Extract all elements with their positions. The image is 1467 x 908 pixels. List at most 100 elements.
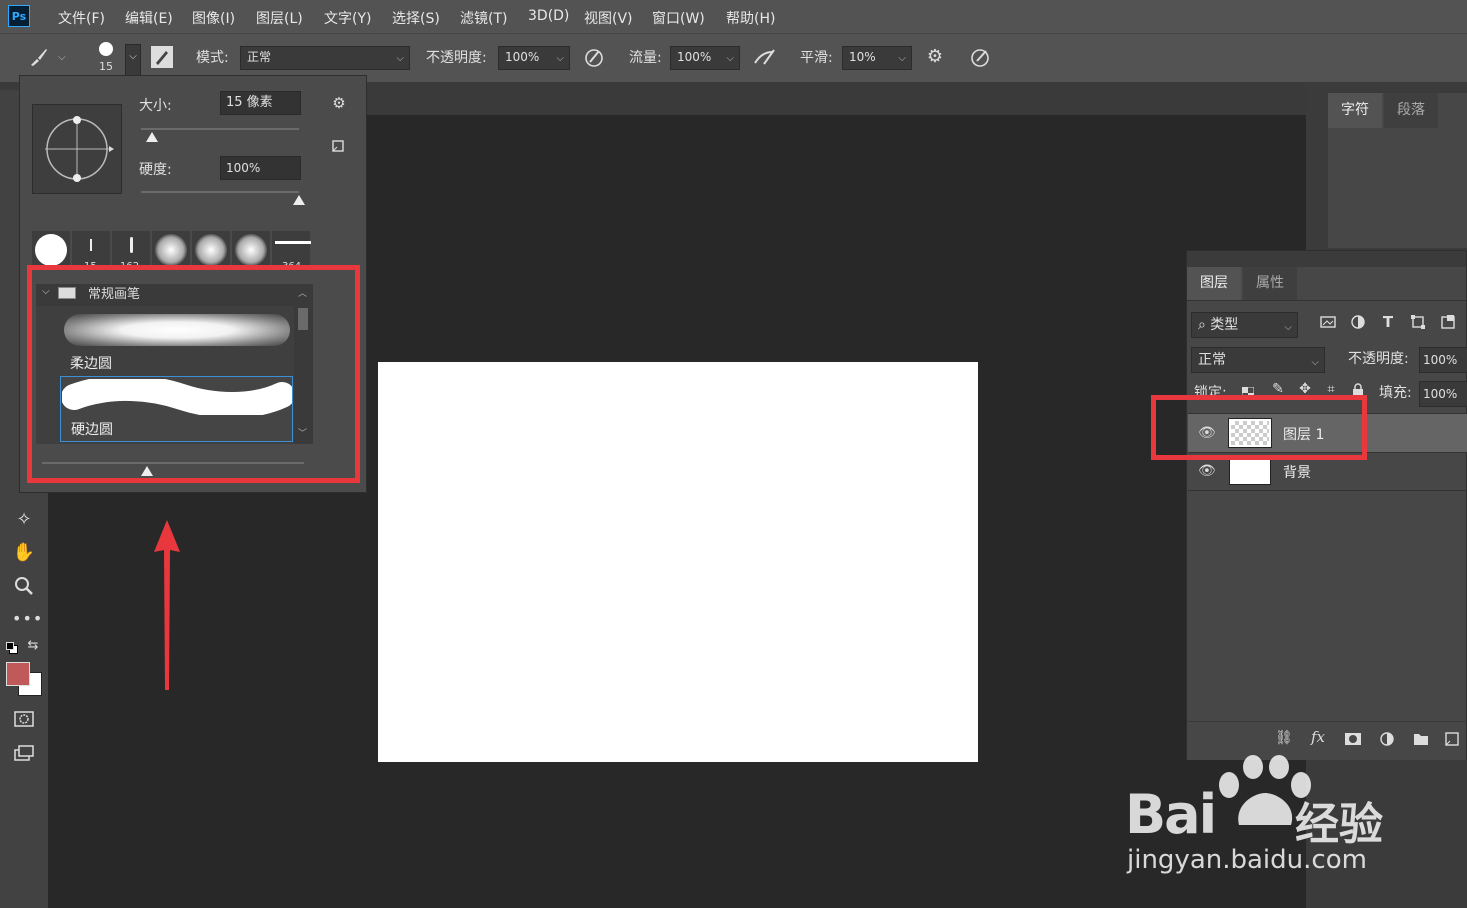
menu-view[interactable]: 视图(V) [584, 8, 633, 28]
airbrush-icon[interactable] [752, 46, 778, 72]
type-filter-icon[interactable]: T [1379, 313, 1397, 331]
adjustment-filter-icon[interactable] [1349, 314, 1367, 334]
chevron-down-icon: ⌵ [726, 53, 734, 64]
mode-value: 正常 [247, 50, 272, 64]
red-arrow-annotation [154, 520, 180, 690]
watermark-url: jingyan.baidu.com [1127, 845, 1367, 875]
tab-properties[interactable]: 属性 [1243, 267, 1297, 300]
layers-panel: 图层 属性 ⌕ 类型 ⌵ T 正常 ⌵ 不透明度: 100% 锁定: ✎ ✥ ⌗… [1186, 250, 1467, 760]
recent-presets-row: 15 162 364 [32, 231, 322, 269]
mode-dropdown[interactable]: 正常 ⌵ [240, 46, 410, 70]
fill-label: 填充: [1379, 385, 1412, 401]
pressure-size-icon[interactable] [968, 46, 992, 72]
hardness-slider-track[interactable] [141, 191, 299, 193]
soft-round-brush-shape [235, 234, 267, 266]
soft-round-brush-shape [155, 234, 187, 266]
gear-icon[interactable]: ⚙ [328, 94, 350, 112]
menu-bar: Ps 文件(F) 编辑(E) 图像(I) 图层(L) 文字(Y) 选择(S) 滤… [0, 0, 1467, 33]
eye-icon[interactable]: 👁︎ [1198, 463, 1216, 479]
shape-filter-icon[interactable] [1409, 314, 1427, 334]
menu-edit[interactable]: 编辑(E) [125, 8, 173, 28]
hand-tool-icon[interactable]: ✋ [12, 542, 36, 563]
zoom-tool-icon[interactable] [12, 575, 36, 601]
pressure-opacity-icon[interactable] [582, 46, 606, 72]
hardness-input[interactable]: 100% [220, 156, 301, 180]
opacity-field[interactable]: 100% ⌵ [498, 46, 570, 70]
chevron-down-icon: ⌵ [1311, 357, 1319, 368]
gear-icon[interactable]: ⚙ [924, 46, 946, 67]
brush-angle-preview[interactable] [32, 104, 122, 194]
layer-opacity-label: 不透明度: [1348, 351, 1409, 367]
hardness-slider-thumb[interactable] [293, 195, 305, 205]
preset-swatch[interactable] [32, 231, 70, 269]
panel-grip[interactable] [1187, 251, 1466, 267]
size-slider-track[interactable] [141, 128, 299, 130]
tab-paragraph[interactable]: 段落 [1384, 93, 1438, 128]
chevron-down-icon[interactable]: ⌵ [58, 52, 66, 63]
blend-mode-dropdown[interactable]: 正常 ⌵ [1191, 347, 1325, 373]
screen-mode-icon[interactable] [12, 744, 36, 766]
blend-mode-value: 正常 [1198, 352, 1226, 368]
puppet-warp-icon[interactable]: ✧ [12, 509, 36, 530]
fill-field[interactable]: 100% [1419, 381, 1467, 407]
preset-swatch[interactable]: 15 [72, 231, 110, 269]
preset-swatch[interactable]: 364 [272, 231, 311, 269]
photoshop-logo: Ps [8, 5, 30, 27]
menu-type[interactable]: 文字(Y) [324, 8, 371, 28]
swap-colors-icon[interactable]: ⇆ [25, 638, 41, 653]
baidu-jingyan-watermark: Bai 经验 jingyan.baidu.com [1125, 755, 1455, 895]
chevron-down-icon: ⌵ [1284, 322, 1292, 333]
menu-help[interactable]: 帮助(H) [726, 8, 775, 28]
size-input[interactable]: 15 像素 [220, 91, 301, 115]
tab-layers[interactable]: 图层 [1187, 267, 1241, 300]
tab-character[interactable]: 字符 [1328, 93, 1382, 128]
preset-swatch[interactable] [152, 231, 190, 269]
document-canvas[interactable] [378, 362, 978, 762]
menu-filter[interactable]: 滤镜(T) [460, 8, 507, 28]
menu-select[interactable]: 选择(S) [392, 8, 440, 28]
brush-tool-icon[interactable] [26, 46, 50, 72]
fx-icon[interactable]: fx [1311, 728, 1325, 746]
new-preset-icon[interactable] [328, 138, 348, 158]
layer-filter-dropdown[interactable]: ⌕ 类型 ⌵ [1191, 312, 1298, 338]
brush-settings-panel-icon[interactable] [151, 46, 173, 68]
new-layer-icon[interactable] [1445, 732, 1459, 750]
menu-file[interactable]: 文件(F) [58, 8, 105, 28]
layer-opacity-field[interactable]: 100% [1419, 347, 1467, 373]
brush-tip-preview[interactable] [99, 42, 113, 56]
default-colors-icon[interactable] [6, 642, 18, 654]
quick-mask-icon[interactable] [12, 710, 36, 732]
opacity-value: 100% [505, 50, 540, 64]
menu-layer[interactable]: 图层(L) [256, 8, 303, 28]
menu-window[interactable]: 窗口(W) [652, 8, 705, 28]
foreground-color-swatch[interactable] [6, 662, 30, 686]
size-slider-thumb[interactable] [146, 132, 159, 142]
mode-label: 模式: [196, 50, 229, 66]
hardness-label: 硬度: [139, 162, 172, 178]
smart-object-filter-icon[interactable] [1439, 314, 1457, 334]
adjustment-layer-icon[interactable] [1379, 731, 1395, 751]
flow-field[interactable]: 100% ⌵ [670, 46, 740, 70]
folder-icon[interactable] [1413, 732, 1429, 750]
hard-round-brush-shape [35, 234, 67, 266]
divider [1187, 300, 1466, 301]
layer-mask-icon[interactable] [1345, 733, 1361, 745]
preset-swatch[interactable] [192, 231, 230, 269]
chevron-down-icon: ⌵ [898, 53, 906, 64]
brush-picker-toggle[interactable]: ⌵ [125, 44, 141, 76]
link-layers-icon[interactable]: ⛓ [1275, 730, 1293, 746]
size-label: 大小: [139, 98, 172, 114]
preset-swatch[interactable]: 162 [112, 231, 150, 269]
highlight-box-brush-list [27, 265, 360, 483]
more-tools-icon[interactable]: ••• [12, 609, 42, 628]
brush-size-readout: 15 [99, 60, 113, 73]
layer-name[interactable]: 背景 [1283, 462, 1311, 482]
pixel-filter-icon[interactable] [1319, 314, 1337, 334]
highlight-box-layer-1 [1151, 395, 1367, 460]
menu-image[interactable]: 图像(I) [192, 8, 235, 28]
preset-swatch[interactable] [232, 231, 270, 269]
smoothing-field[interactable]: 10% ⌵ [842, 46, 912, 70]
chevron-down-icon: ⌵ [556, 53, 564, 64]
thin-brush-shape [130, 237, 133, 253]
menu-3d[interactable]: 3D(D) [528, 8, 569, 24]
